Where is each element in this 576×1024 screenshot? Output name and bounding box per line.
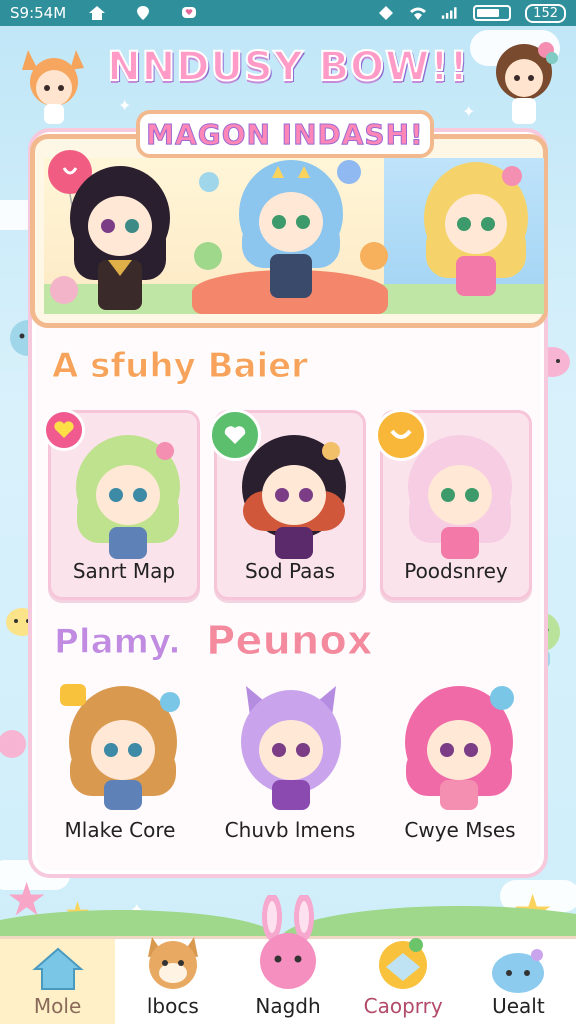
sync-diamond-icon xyxy=(379,6,394,20)
nav-item-uealt[interactable]: Uealt xyxy=(461,939,576,1024)
section-title-2a: Plamy. xyxy=(54,622,182,663)
nav-label: Nagdh xyxy=(255,994,321,1018)
nav-label: Mole xyxy=(33,994,82,1018)
nav-item-caoprry[interactable]: Caoprry xyxy=(346,938,461,1024)
status-bar: S9:54M 152 xyxy=(0,0,576,26)
card-label: Poodsnrey xyxy=(404,559,508,583)
nav-label: Uealt xyxy=(492,994,545,1018)
nav-label: lbocs xyxy=(146,994,199,1018)
purple-hair-girl-avatar xyxy=(241,686,341,810)
character-item-3[interactable]: Cwye Mses xyxy=(380,676,540,856)
nav-label: Caoprry xyxy=(363,994,443,1018)
card-label: Sanrt Map xyxy=(72,559,176,583)
sparkle-icon: ✦ xyxy=(118,96,132,115)
character-card-2[interactable]: Sod Paas xyxy=(209,409,366,600)
orange-pet-sticker xyxy=(360,242,388,270)
character-label: Cwye Mses xyxy=(404,818,516,842)
bunny-face-icon xyxy=(260,895,316,989)
brown-hair-girl-avatar xyxy=(60,684,180,810)
character-label: Chuvb lmens xyxy=(224,818,356,842)
nav-item-docs[interactable]: lbocs xyxy=(115,937,230,1024)
pink-hair-girl-avatar xyxy=(408,435,512,559)
character-row: Mlake Core Chuvb lmens Cwye Mses xyxy=(40,676,540,856)
status-time: S9:54M xyxy=(10,4,67,22)
pink-pet-sticker xyxy=(50,276,78,304)
blonde-girl-character xyxy=(424,162,528,296)
nav-item-nagdh[interactable]: Nagdh xyxy=(230,895,345,1024)
character-card-1[interactable]: Sanrt Map xyxy=(43,409,200,600)
character-item-2[interactable]: Chuvb lmens xyxy=(210,676,370,856)
battery-icon xyxy=(473,5,512,21)
character-label: Mlake Core xyxy=(64,818,176,842)
card-grid: Sanrt Map Sod Paas Poodsnrey xyxy=(43,409,534,600)
green-pet-sticker xyxy=(194,242,222,270)
blob-face-icon xyxy=(492,949,545,993)
balloon-icon xyxy=(199,172,219,192)
magenta-hair-girl-avatar xyxy=(405,686,514,810)
home-alert-icon xyxy=(89,6,105,20)
battery-label: 152 xyxy=(525,3,566,23)
cake-icon xyxy=(379,938,428,989)
section-title-1: A sfuhy Baier xyxy=(52,346,309,387)
green-hair-girl-avatar xyxy=(76,435,180,559)
fox-girl-sticker xyxy=(22,50,84,124)
bottom-nav: Mole lbocs Nagdh Caoprry Uealt xyxy=(0,895,576,1024)
pink-small-blob-sticker xyxy=(0,730,26,758)
signal-icon xyxy=(441,7,457,19)
banner-title-box: MAGON INDASH! xyxy=(136,110,434,158)
sparkle-icon: ✦ xyxy=(462,102,476,121)
black-hair-boy-avatar xyxy=(242,435,346,559)
location-pin-icon xyxy=(137,6,149,20)
banner-title: MAGON INDASH! xyxy=(146,117,424,151)
nav-item-home[interactable]: Mole xyxy=(0,939,116,1024)
character-card-3[interactable]: Poodsnrey xyxy=(375,409,532,600)
wifi-icon xyxy=(410,7,427,20)
banner-stage xyxy=(44,150,544,314)
blue-hair-girl-character xyxy=(239,160,343,298)
card-label: Sod Paas xyxy=(244,559,336,583)
section-title-2b: Peunox xyxy=(206,618,374,665)
brown-hair-girl-sticker xyxy=(496,42,558,124)
fox-face-icon xyxy=(147,937,198,989)
house-icon xyxy=(31,947,84,990)
character-item-1[interactable]: Mlake Core xyxy=(40,676,200,856)
chat-heart-icon xyxy=(182,7,196,18)
app-title: NNDUSY BOW!! xyxy=(106,43,469,91)
